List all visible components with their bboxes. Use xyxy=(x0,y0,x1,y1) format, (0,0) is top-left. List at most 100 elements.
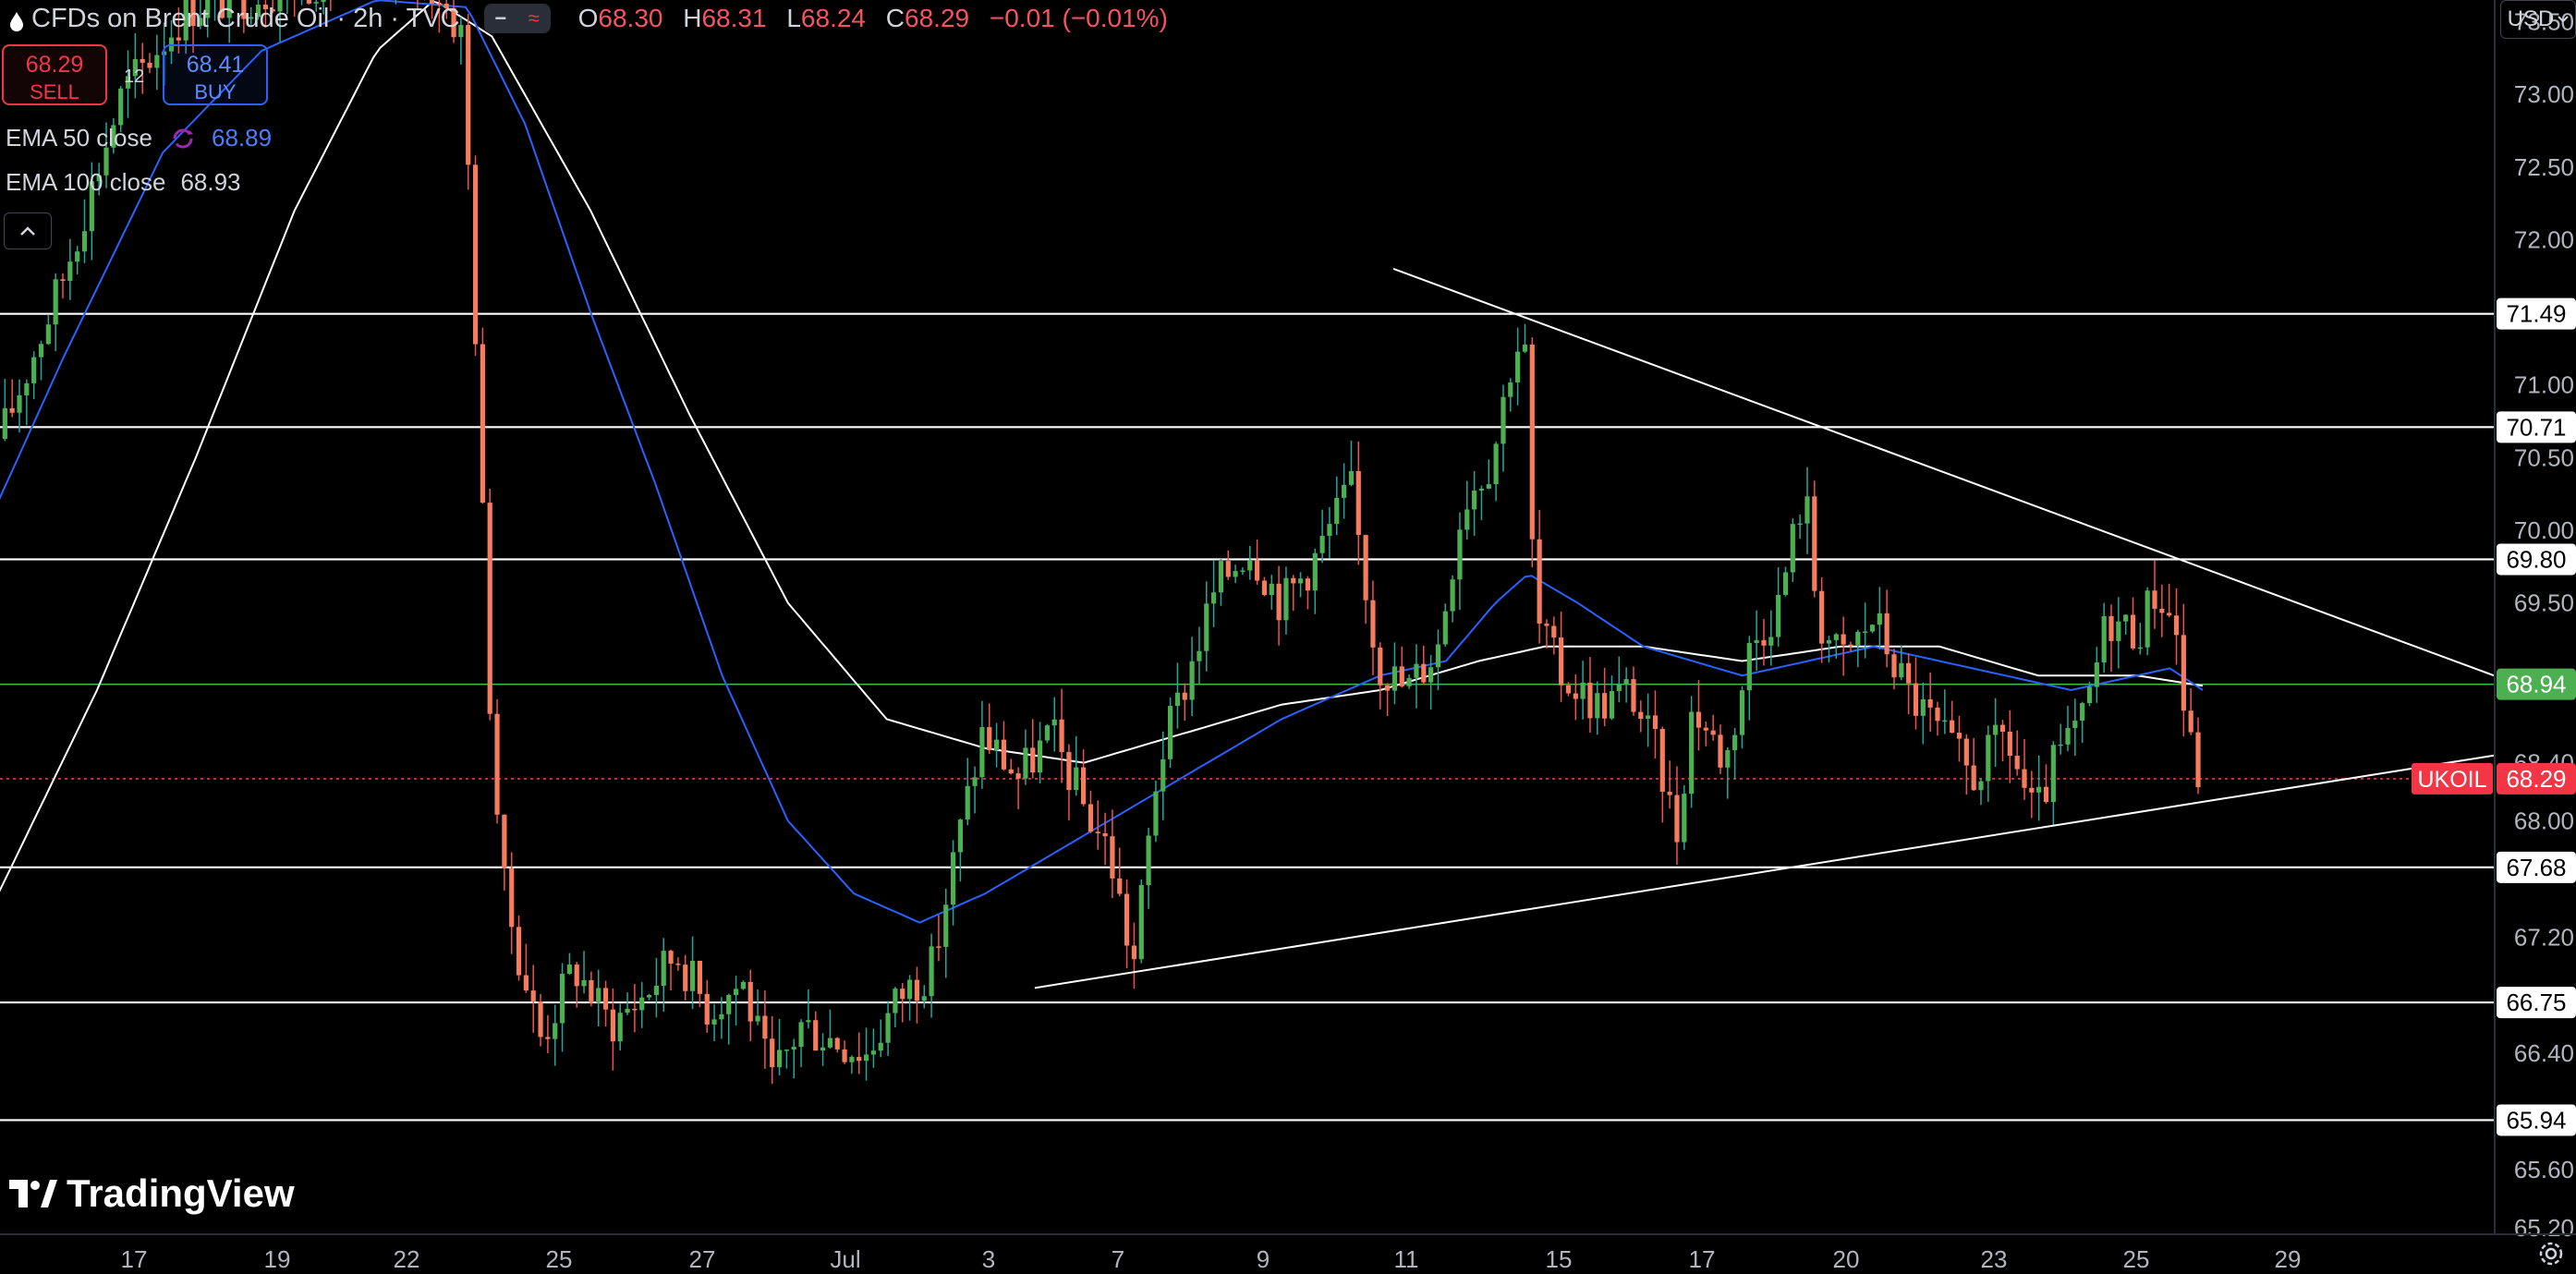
candle xyxy=(488,489,492,721)
candle-body xyxy=(581,980,586,986)
price-axis: 73.5073.0072.5072.0071.0070.5070.0069.50… xyxy=(2412,0,2576,1271)
candle-body xyxy=(1211,592,1216,603)
candle xyxy=(1291,575,1295,611)
level-tag-label: 66.75 xyxy=(2506,989,2566,1016)
candle xyxy=(647,994,651,1001)
sell-button[interactable]: 68.29 SELL xyxy=(2,44,107,105)
candle xyxy=(2116,597,2120,668)
candle-body xyxy=(1885,613,1889,654)
candle-body xyxy=(1523,345,1527,352)
candle xyxy=(1364,535,1368,624)
candle-body xyxy=(2181,635,2186,710)
candle-body xyxy=(67,261,72,281)
candle-body xyxy=(1327,524,1331,536)
candle-body xyxy=(531,990,536,1001)
candle-body xyxy=(813,1020,818,1050)
candle-body xyxy=(611,1010,615,1041)
candle xyxy=(2036,756,2041,821)
candle xyxy=(1096,800,1100,849)
currency-selector[interactable]: USD xyxy=(2500,0,2576,39)
settings-gear-icon[interactable] xyxy=(2535,1238,2567,1274)
candle-body xyxy=(1689,712,1694,795)
candle-body xyxy=(2000,725,2005,732)
candle-body xyxy=(849,1057,854,1062)
candle-body xyxy=(3,408,7,439)
candle-body xyxy=(154,55,159,68)
candle-body xyxy=(1870,625,1875,631)
candle-body xyxy=(1638,712,1643,719)
candle-body xyxy=(662,951,666,986)
candle xyxy=(1689,696,1694,807)
green-level-tag-label: 68.94 xyxy=(2506,671,2566,698)
candle xyxy=(1812,480,1817,597)
candle-body xyxy=(596,988,601,1002)
candle xyxy=(1783,566,1788,596)
candle-body xyxy=(1226,561,1231,576)
candle xyxy=(1270,575,1274,610)
candle xyxy=(792,1038,796,1078)
candle-body xyxy=(1088,804,1093,831)
candle-body xyxy=(488,503,492,714)
candle xyxy=(1240,567,1245,575)
ema50-legend[interactable]: EMA 50 close 68.89 xyxy=(6,124,272,152)
chart-controls[interactable]: − ≈ xyxy=(484,4,551,33)
candle xyxy=(2051,741,2056,825)
candle xyxy=(1891,649,1896,689)
price-chart[interactable]: 73.5073.0072.5072.0071.0070.5070.0069.50… xyxy=(0,0,2576,1271)
candle-body xyxy=(2095,662,2099,686)
candle-body xyxy=(828,1038,832,1048)
candle xyxy=(2145,588,2150,655)
price-tick-label: 66.40 xyxy=(2514,1039,2574,1067)
candle xyxy=(1587,657,1592,733)
symbol-title[interactable]: CFDs on Brent Crude Oil · 2h · TVC xyxy=(31,4,460,34)
candle-body xyxy=(1993,725,1998,735)
candle xyxy=(1074,736,1078,795)
candle-body xyxy=(1668,792,1672,795)
candle xyxy=(907,975,912,1020)
candle-body xyxy=(17,395,21,413)
chevron-down-icon xyxy=(2558,16,2569,23)
candle xyxy=(1009,758,1014,774)
candle xyxy=(1327,507,1331,558)
candle-body xyxy=(1407,678,1412,686)
candle xyxy=(1537,510,1542,644)
candle-body xyxy=(770,1038,774,1067)
candle xyxy=(1247,546,1252,580)
candle xyxy=(943,889,948,977)
candle-body xyxy=(748,982,753,1022)
candle-body xyxy=(1400,666,1404,686)
collapse-legend-button[interactable] xyxy=(4,212,52,249)
candle-body xyxy=(1414,664,1418,678)
candle-body xyxy=(1096,831,1100,833)
candle-body xyxy=(2072,721,2077,728)
candle xyxy=(1153,781,1158,842)
candle xyxy=(654,958,659,1018)
candle-body xyxy=(1776,595,1780,637)
candle xyxy=(951,840,955,925)
wave-icon[interactable]: ≈ xyxy=(529,6,540,30)
candle xyxy=(2102,603,2107,673)
price-tick-label: 72.00 xyxy=(2514,225,2574,253)
ema100-legend[interactable]: EMA 100 close 68.93 xyxy=(6,168,241,197)
candle-body xyxy=(54,279,58,324)
candle xyxy=(675,957,680,971)
candle-body xyxy=(1783,572,1788,594)
candle-body xyxy=(1501,397,1505,444)
candle-body xyxy=(1508,382,1513,397)
candle xyxy=(1219,559,1223,606)
quantity-label[interactable]: 12 xyxy=(124,67,144,88)
candle xyxy=(589,972,593,1007)
candle xyxy=(690,937,695,1010)
ohlc-low: 68.24 xyxy=(801,4,866,32)
candle-body xyxy=(1660,729,1665,792)
candle-body xyxy=(1291,578,1295,584)
candle-body xyxy=(1674,795,1679,843)
candle-body xyxy=(524,976,529,991)
candle-body xyxy=(1755,640,1759,643)
candle xyxy=(24,380,29,426)
buy-button[interactable]: 68.41 BUY xyxy=(163,44,268,105)
time-tick-label: 29 xyxy=(2275,1245,2302,1271)
candle-body xyxy=(494,714,499,815)
collapse-icon[interactable]: − xyxy=(494,6,506,30)
candle xyxy=(1776,567,1780,647)
